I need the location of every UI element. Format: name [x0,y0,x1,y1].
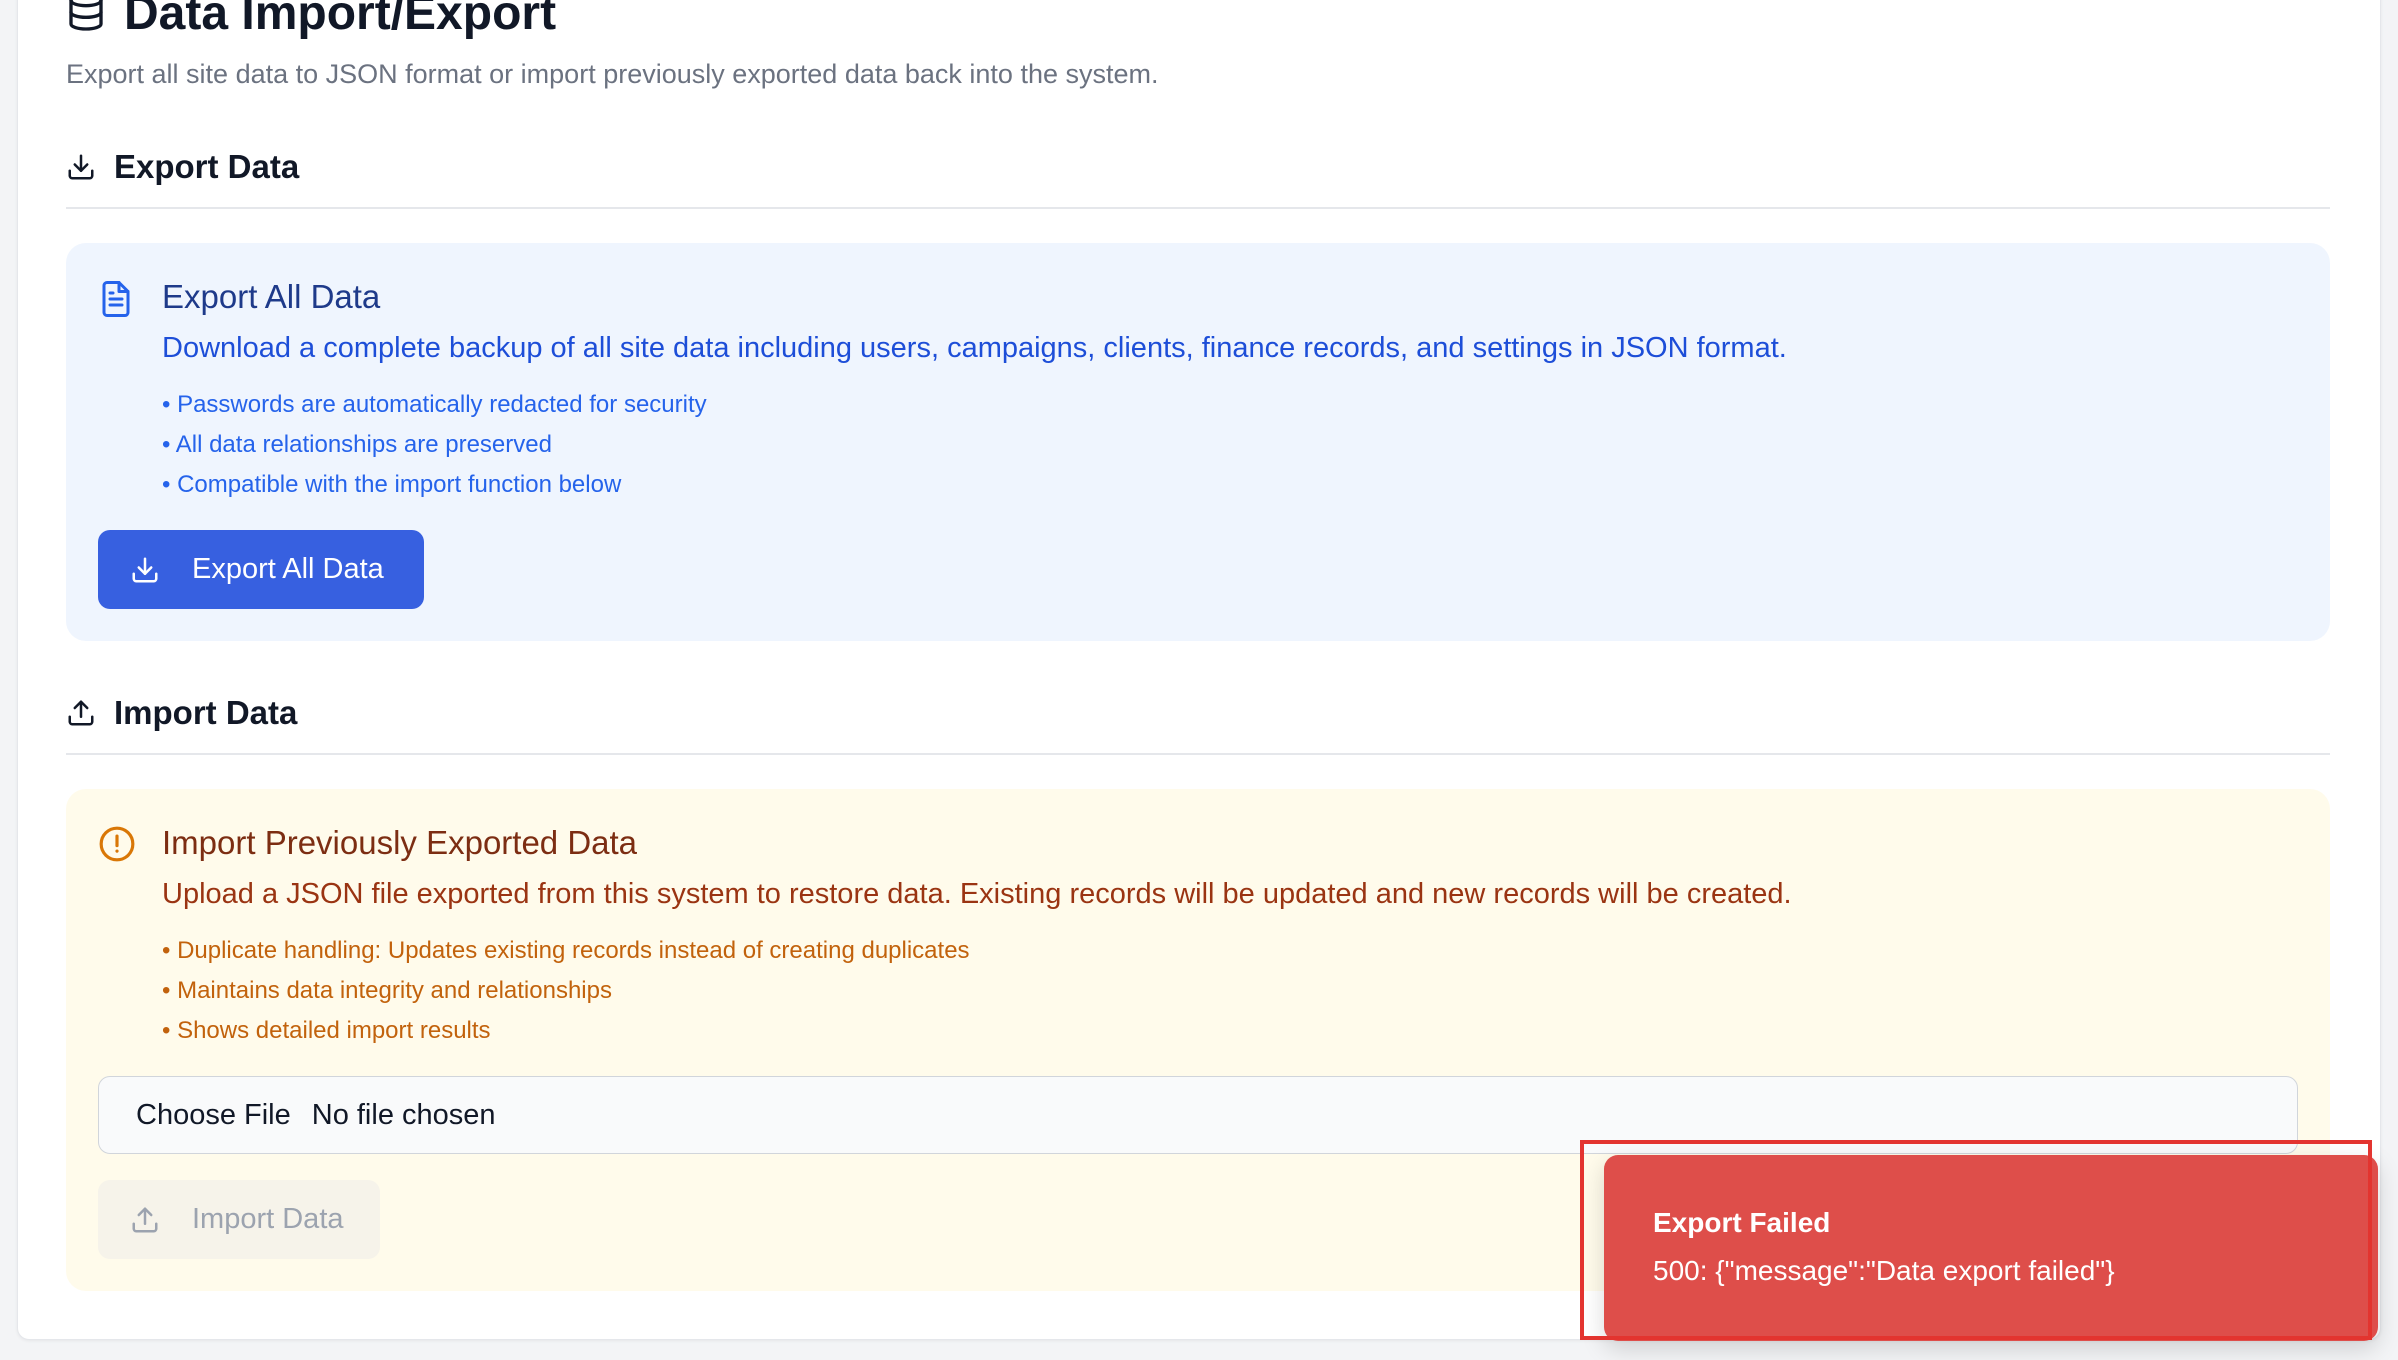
export-section-title: Export Data [114,148,300,185]
list-item: • Compatible with the import function be… [162,471,622,498]
export-divider [66,207,2330,209]
import-panel-description: Upload a JSON file exported from this sy… [162,878,1792,910]
import-section-title: Import Data [114,694,298,731]
list-item: • Passwords are automatically redacted f… [162,391,707,418]
list-item: • All data relationships are preserved [162,431,552,458]
import-button-label: Import Data [192,1203,344,1235]
upload-icon [130,1205,160,1235]
page-subtitle: Export all site data to JSON format or i… [66,59,1159,89]
file-status-text: No file chosen [311,1098,496,1131]
list-item: • Duplicate handling: Updates existing r… [162,937,970,964]
import-panel-title: Import Previously Exported Data [162,824,638,861]
export-all-data-button[interactable]: Export All Data [98,530,424,609]
alert-circle-icon [98,825,136,868]
toast-highlight-outline [1580,1140,2372,1340]
export-panel-description: Download a complete backup of all site d… [162,332,1787,364]
database-icon [66,0,106,36]
import-section-heading: Import Data [66,694,297,732]
export-panel: Export All Data Download a complete back… [66,243,2330,641]
page-header: Data Import/Export [66,0,556,38]
export-button-label: Export All Data [192,553,384,585]
import-data-button[interactable]: Import Data [98,1180,380,1259]
export-section-heading: Export Data [66,148,299,186]
export-panel-title: Export All Data [162,278,381,315]
list-item: • Maintains data integrity and relations… [162,977,612,1004]
upload-icon [66,698,96,728]
list-item: • Shows detailed import results [162,1017,491,1044]
import-divider [66,753,2330,755]
file-text-icon [98,279,134,324]
choose-file-button[interactable]: Choose File [136,1099,291,1132]
import-feature-list: • Duplicate handling: Updates existing r… [162,931,970,1051]
download-icon [66,152,96,182]
page-title: Data Import/Export [124,0,557,40]
export-feature-list: • Passwords are automatically redacted f… [162,385,707,505]
download-icon [130,555,160,585]
